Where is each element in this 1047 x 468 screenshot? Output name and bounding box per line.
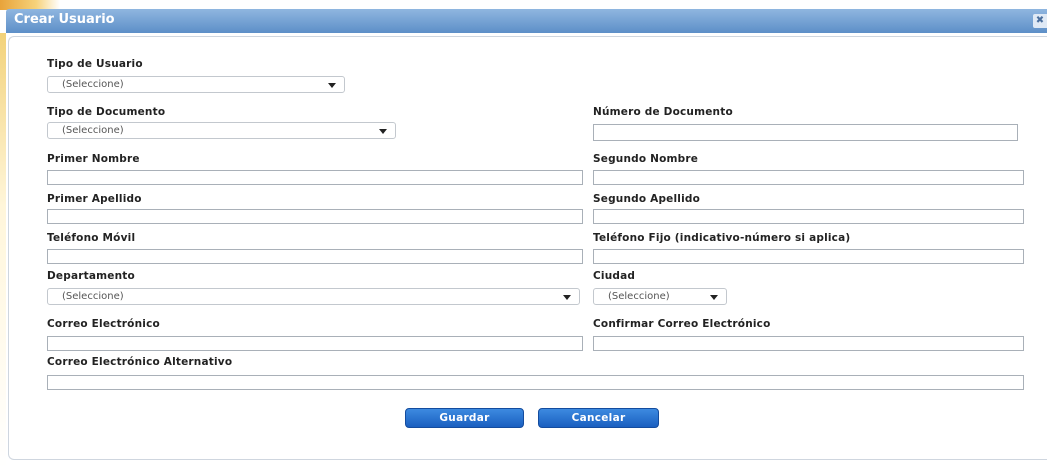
correo-input[interactable] — [47, 336, 583, 351]
departamento-select[interactable]: (Seleccione) — [47, 288, 580, 305]
ciudad-label: Ciudad — [593, 270, 636, 282]
dialog-titlebar[interactable]: Crear Usuario ✖ — [6, 9, 1047, 33]
correo-alternativo-input[interactable] — [47, 375, 1024, 390]
numero-documento-label: Número de Documento — [593, 106, 733, 118]
tipo-documento-label: Tipo de Documento — [47, 106, 166, 118]
telefono-fijo-input[interactable] — [593, 249, 1024, 264]
correo-label: Correo Electrónico — [47, 318, 160, 330]
form-panel — [8, 36, 1047, 460]
telefono-movil-input[interactable] — [47, 249, 583, 264]
primer-nombre-input[interactable] — [47, 170, 583, 185]
chevron-down-icon — [328, 83, 336, 88]
dialog-title: Crear Usuario — [14, 12, 115, 27]
segundo-nombre-input[interactable] — [593, 170, 1024, 185]
segundo-apellido-label: Segundo Apellido — [593, 193, 701, 205]
telefono-fijo-label: Teléfono Fijo (indicativo-número si apli… — [593, 232, 851, 244]
primer-apellido-input[interactable] — [47, 209, 583, 224]
ciudad-value: (Seleccione) — [608, 291, 670, 302]
segundo-nombre-label: Segundo Nombre — [593, 153, 699, 165]
chevron-down-icon — [379, 129, 387, 134]
segundo-apellido-input[interactable] — [593, 209, 1024, 224]
primer-nombre-label: Primer Nombre — [47, 153, 140, 165]
close-icon[interactable]: ✖ — [1033, 14, 1047, 28]
tipo-usuario-value: (Seleccione) — [62, 79, 124, 90]
chevron-down-icon — [563, 295, 571, 300]
numero-documento-input[interactable] — [593, 124, 1018, 141]
tipo-usuario-label: Tipo de Usuario — [47, 58, 143, 70]
chevron-down-icon — [710, 295, 718, 300]
ciudad-select[interactable]: (Seleccione) — [593, 288, 727, 305]
departamento-label: Departamento — [47, 270, 135, 282]
confirmar-correo-input[interactable] — [593, 336, 1024, 351]
primer-apellido-label: Primer Apellido — [47, 193, 142, 205]
confirmar-correo-label: Confirmar Correo Electrónico — [593, 318, 771, 330]
correo-alternativo-label: Correo Electrónico Alternativo — [47, 356, 233, 368]
departamento-value: (Seleccione) — [62, 291, 124, 302]
left-edge-decoration — [0, 33, 6, 468]
save-button[interactable]: Guardar — [405, 408, 524, 428]
cancel-button[interactable]: Cancelar — [538, 408, 659, 428]
telefono-movil-label: Teléfono Móvil — [47, 232, 136, 244]
tipo-documento-value: (Seleccione) — [62, 125, 124, 136]
tipo-documento-select[interactable]: (Seleccione) — [47, 122, 396, 139]
tipo-usuario-select[interactable]: (Seleccione) — [47, 76, 345, 93]
